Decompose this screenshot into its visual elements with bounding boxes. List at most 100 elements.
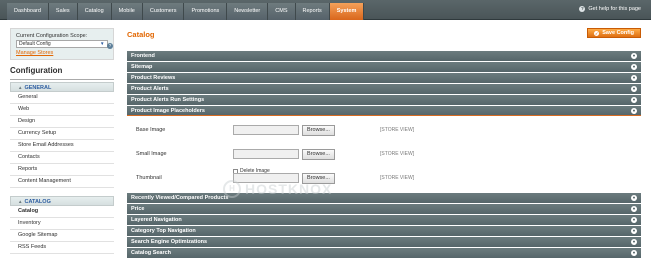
browse-button[interactable]: Browse... bbox=[302, 125, 335, 136]
chevron-down-icon: ▼ bbox=[100, 41, 105, 46]
group-title: Recently Viewed/Compared Products bbox=[131, 195, 229, 201]
group-sitemap[interactable]: Sitemap ● bbox=[127, 62, 641, 72]
collapse-icon: ● bbox=[631, 108, 637, 114]
sidebar-item-web[interactable]: Web bbox=[10, 104, 114, 116]
group-recently-viewed[interactable]: Recently Viewed/Compared Products ● bbox=[127, 193, 641, 203]
question-icon[interactable]: ? bbox=[107, 43, 113, 49]
sidebar-item-inventory[interactable]: Inventory bbox=[10, 218, 114, 230]
field-row-small-image: Small Image Browse... [STORE VIEW] bbox=[136, 149, 636, 161]
group-product-alerts-run-settings[interactable]: Product Alerts Run Settings ● bbox=[127, 95, 641, 105]
save-config-button[interactable]: ✓ Save Config bbox=[587, 28, 641, 38]
save-icon: ✓ bbox=[594, 30, 600, 36]
expand-icon: ● bbox=[631, 217, 637, 223]
scope-label: Current Configuration Scope: bbox=[16, 33, 88, 39]
save-config-label: Save Config bbox=[602, 30, 634, 36]
watermark: H HOSTKNOX bbox=[223, 180, 332, 198]
group-catalog-search[interactable]: Catalog Search ● bbox=[127, 248, 641, 258]
expand-icon: ● bbox=[631, 195, 637, 201]
group-product-reviews[interactable]: Product Reviews ● bbox=[127, 73, 641, 83]
group-title: Catalog Search bbox=[131, 250, 172, 256]
config-groups: Frontend ● Sitemap ● Product Reviews ● Prod… bbox=[127, 51, 641, 259]
group-title: Search Engine Optimizations bbox=[131, 239, 208, 245]
scope-switcher: Current Configuration Scope: Default Con… bbox=[10, 28, 114, 60]
scope-tag: [STORE VIEW] bbox=[380, 127, 415, 133]
group-title: Price bbox=[131, 206, 145, 212]
main-content: Catalog ✓ Save Config Frontend ● Sitemap ●… bbox=[127, 28, 641, 258]
group-price[interactable]: Price ● bbox=[127, 204, 641, 214]
page-title: Catalog bbox=[127, 30, 155, 39]
menu-customers[interactable]: Customers bbox=[142, 3, 185, 20]
sidebar-item-content-management[interactable]: Content Management bbox=[10, 176, 114, 188]
scope-select[interactable]: Default Config ▼ bbox=[16, 40, 108, 48]
watermark-text: HOSTKNOX bbox=[245, 181, 333, 197]
help-link[interactable]: ? Get help for this page bbox=[579, 6, 641, 12]
group-frontend[interactable]: Frontend ● bbox=[127, 51, 641, 61]
menu-reports[interactable]: Reports bbox=[295, 3, 330, 20]
group-product-image-placeholders[interactable]: Product Image Placeholders ● bbox=[127, 106, 641, 116]
sidebar-item-catalog[interactable]: Catalog bbox=[10, 206, 114, 218]
section-general-title: GENERAL bbox=[24, 85, 52, 91]
sidebar-item-general[interactable]: General bbox=[10, 92, 114, 104]
group-title: Product Alerts Run Settings bbox=[131, 97, 205, 103]
expand-icon: ● bbox=[631, 75, 637, 81]
group-title: Category Top Navigation bbox=[131, 228, 196, 234]
group-title: Product Alerts bbox=[131, 86, 169, 92]
collapse-icon: ▲ bbox=[18, 85, 23, 90]
menu-newsletter[interactable]: Newsletter bbox=[227, 3, 269, 20]
expand-icon: ● bbox=[631, 228, 637, 234]
sidebar-item-rss-feeds[interactable]: RSS Feeds bbox=[10, 242, 114, 254]
collapse-icon: ▲ bbox=[18, 199, 23, 204]
field-row-base-image: Base Image Browse... [STORE VIEW] bbox=[136, 125, 636, 137]
scope-tag: [STORE VIEW] bbox=[380, 175, 415, 181]
expand-icon: ● bbox=[631, 250, 637, 256]
group-layered-navigation[interactable]: Layered Navigation ● bbox=[127, 215, 641, 225]
sidebar-item-reports[interactable]: Reports bbox=[10, 164, 114, 176]
group-seo[interactable]: Search Engine Optimizations ● bbox=[127, 237, 641, 247]
main-menu: Dashboard Sales Catalog Mobile Customers… bbox=[7, 3, 365, 20]
group-title: Product Image Placeholders bbox=[131, 108, 205, 114]
watermark-logo: H bbox=[223, 180, 241, 198]
menu-catalog[interactable]: Catalog bbox=[77, 3, 112, 20]
section-catalog-title: CATALOG bbox=[24, 199, 51, 205]
field-label: Base Image bbox=[136, 127, 166, 133]
menu-dashboard[interactable]: Dashboard bbox=[7, 3, 49, 20]
field-label: Small Image bbox=[136, 151, 167, 157]
sidebar-item-store-email-addresses[interactable]: Store Email Addresses bbox=[10, 140, 114, 152]
sidebar: Current Configuration Scope: Default Con… bbox=[10, 28, 114, 254]
field-label: Thumbnail bbox=[136, 175, 162, 181]
menu-promotions[interactable]: Promotions bbox=[184, 3, 228, 20]
sidebar-item-currency-setup[interactable]: Currency Setup bbox=[10, 128, 114, 140]
configuration-heading: Configuration bbox=[10, 66, 114, 80]
group-title: Sitemap bbox=[131, 64, 153, 70]
expand-icon: ● bbox=[631, 53, 637, 59]
expand-icon: ● bbox=[631, 86, 637, 92]
manage-stores-link[interactable]: Manage Stores bbox=[16, 50, 108, 56]
group-title: Frontend bbox=[131, 53, 155, 59]
menu-sales[interactable]: Sales bbox=[48, 3, 78, 20]
file-input[interactable] bbox=[233, 125, 299, 135]
sidebar-item-contacts[interactable]: Contacts bbox=[10, 152, 114, 164]
sidebar-item-design[interactable]: Design bbox=[10, 116, 114, 128]
section-catalog[interactable]: ▲ CATALOG bbox=[10, 196, 114, 206]
expand-icon: ● bbox=[631, 64, 637, 70]
group-title: Layered Navigation bbox=[131, 217, 182, 223]
menu-mobile[interactable]: Mobile bbox=[111, 3, 143, 20]
group-product-alerts[interactable]: Product Alerts ● bbox=[127, 84, 641, 94]
menu-system[interactable]: System bbox=[329, 3, 365, 20]
file-input[interactable] bbox=[233, 149, 299, 159]
group-body: Base Image Browse... [STORE VIEW] Small … bbox=[127, 117, 641, 192]
expand-icon: ● bbox=[631, 206, 637, 212]
scope-tag: [STORE VIEW] bbox=[380, 151, 415, 157]
top-nav: Dashboard Sales Catalog Mobile Customers… bbox=[0, 0, 651, 20]
group-title: Product Reviews bbox=[131, 75, 176, 81]
expand-icon: ● bbox=[631, 97, 637, 103]
help-icon: ? bbox=[579, 6, 586, 12]
help-label: Get help for this page bbox=[588, 6, 641, 12]
sidebar-item-google-sitemap[interactable]: Google Sitemap bbox=[10, 230, 114, 242]
scope-value: Default Config bbox=[19, 41, 51, 47]
group-category-top-navigation[interactable]: Category Top Navigation ● bbox=[127, 226, 641, 236]
section-general[interactable]: ▲ GENERAL bbox=[10, 82, 114, 92]
field-row-thumbnail: Thumbnail Browse... [STORE VIEW] bbox=[136, 173, 636, 185]
browse-button[interactable]: Browse... bbox=[302, 149, 335, 160]
menu-cms[interactable]: CMS bbox=[268, 3, 296, 20]
